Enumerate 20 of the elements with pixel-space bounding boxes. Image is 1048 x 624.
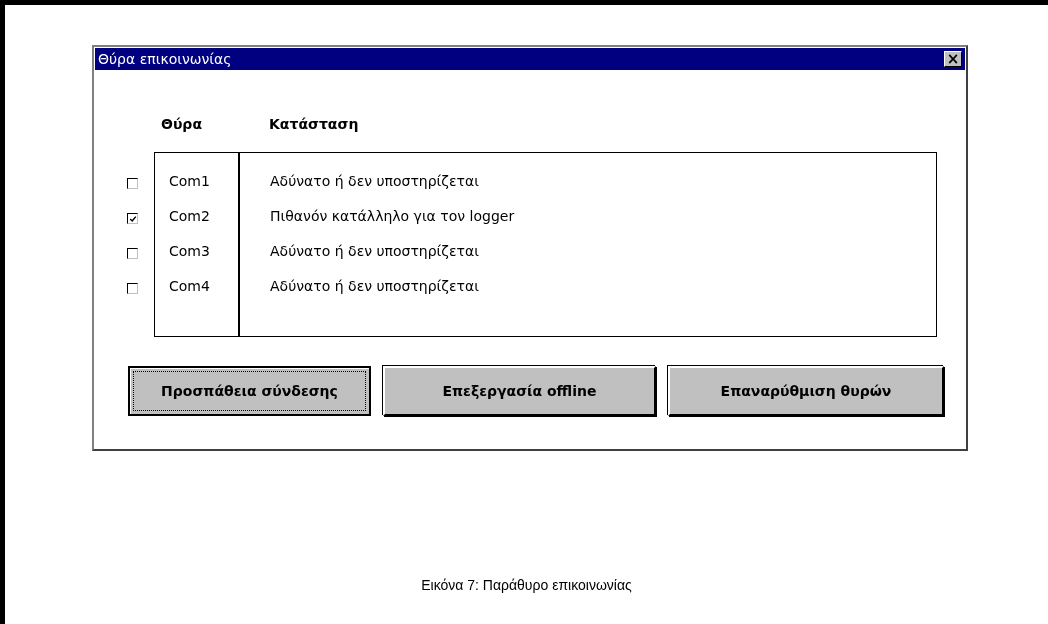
dialog-button[interactable]: Επαναρύθμιση θυρών bbox=[668, 366, 944, 416]
window-title: Θύρα επικοινωνίας bbox=[98, 51, 232, 67]
column-header: Θύρα bbox=[161, 116, 203, 132]
checkbox[interactable] bbox=[127, 283, 138, 294]
checkbox[interactable] bbox=[127, 248, 138, 259]
checkbox[interactable] bbox=[127, 213, 138, 224]
port-status: Πιθανόν κατάλληλο για τον logger bbox=[270, 208, 515, 225]
port-status: Αδύνατο ή δεν υποστηρίζεται bbox=[270, 278, 480, 295]
figure-caption: Εικόνα 7: Παράθυρο επικοινωνίας bbox=[420, 577, 633, 593]
dialog-button[interactable]: Προσπάθεια σύνδεσης bbox=[128, 366, 371, 416]
port-status: Αδύνατο ή δεν υποστηρίζεται bbox=[270, 173, 480, 190]
dialog-button[interactable]: Επεξεργασία offline bbox=[383, 366, 656, 416]
checkbox[interactable] bbox=[127, 178, 138, 189]
port-status: Αδύνατο ή δεν υποστηρίζεται bbox=[270, 243, 480, 260]
port-name: Com2 bbox=[169, 208, 211, 225]
port-name: Com1 bbox=[169, 173, 211, 190]
port-name: Com4 bbox=[169, 278, 211, 295]
column-header: Κατάσταση bbox=[269, 116, 359, 132]
port-name: Com3 bbox=[169, 243, 211, 260]
close-button[interactable]: × bbox=[944, 51, 962, 67]
